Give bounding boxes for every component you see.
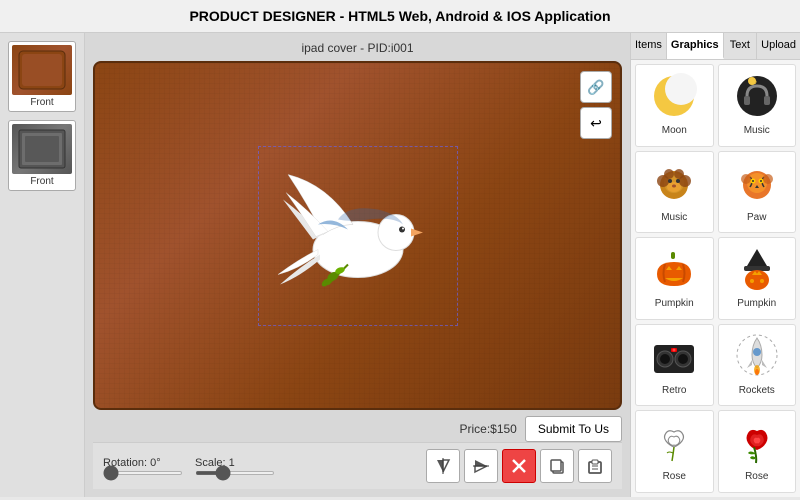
submit-button[interactable]: Submit To Us: [525, 416, 622, 442]
graphic-rose-1-label: Rose: [663, 471, 686, 482]
toolbar-buttons: [426, 449, 612, 483]
graphic-paw-label: Paw: [747, 212, 766, 223]
thumbnail-label-1: Front: [30, 97, 53, 108]
tab-items[interactable]: Items: [631, 33, 667, 59]
center-panel: ipad cover - PID:i001: [85, 33, 630, 497]
graphic-retro-label: Retro: [662, 385, 686, 396]
dove-graphic[interactable]: [248, 144, 468, 327]
graphic-rose-2-label: Rose: [745, 471, 768, 482]
rotation-slider[interactable]: [103, 471, 183, 475]
graphic-rockets-img: [729, 328, 784, 383]
bottom-toolbar: Rotation: 0° Scale: 1: [93, 442, 622, 489]
graphic-music-1-label: Music: [744, 125, 770, 136]
scale-group: Scale: 1: [195, 457, 275, 475]
graphic-rose-1[interactable]: Rose: [635, 410, 714, 493]
scale-slider[interactable]: [195, 471, 275, 475]
rotation-group: Rotation: 0°: [103, 457, 183, 475]
canvas-buttons: 🔗 ↩: [580, 71, 612, 139]
app-header: PRODUCT DESIGNER - HTML5 Web, Android & …: [0, 0, 800, 33]
graphic-moon[interactable]: Moon: [635, 64, 714, 147]
thumbnail-front-2[interactable]: Front: [8, 120, 76, 191]
graphic-pumpkin-2-label: Pumpkin: [737, 298, 776, 309]
graphic-pumpkin-2[interactable]: Pumpkin: [718, 237, 797, 320]
left-panel: Front Front: [0, 33, 85, 497]
tab-text[interactable]: Text: [724, 33, 758, 59]
graphic-retro[interactable]: Retro: [635, 324, 714, 407]
undo-button[interactable]: ↩: [580, 107, 612, 139]
delete-button[interactable]: [502, 449, 536, 483]
canvas-area: 🔗 ↩: [93, 61, 622, 410]
graphic-music-2-label: Music: [661, 212, 687, 223]
graphic-paw-img: [729, 155, 784, 210]
tabs-bar: Items Graphics Text Upload: [631, 33, 800, 60]
graphic-music-1-img: ♪: [729, 68, 784, 123]
graphic-moon-label: Moon: [662, 125, 687, 136]
graphic-pumpkin-1-label: Pumpkin: [655, 298, 694, 309]
thumbnail-image-1: [12, 45, 72, 95]
graphic-rose-2[interactable]: Rose: [718, 410, 797, 493]
copy-button[interactable]: [540, 449, 574, 483]
graphic-pumpkin-2-img: [729, 241, 784, 296]
price-submit-bar: Price:$150 Submit To Us: [93, 416, 622, 442]
thumbnail-label-2: Front: [30, 176, 53, 187]
main-layout: Front Front ipad cover - PID:i001: [0, 33, 800, 497]
graphic-rose-1-img: [647, 414, 702, 469]
price-label: Price:$150: [459, 422, 516, 436]
graphic-music-2[interactable]: Music: [635, 151, 714, 234]
thumbnail-front-1[interactable]: Front: [8, 41, 76, 112]
graphic-rockets-label: Rockets: [739, 385, 775, 396]
graphic-rose-2-img: [729, 414, 784, 469]
graphic-music-2-img: [647, 155, 702, 210]
right-panel: Items Graphics Text Upload: [630, 33, 800, 497]
tab-graphics[interactable]: Graphics: [667, 33, 724, 59]
tab-upload[interactable]: Upload: [757, 33, 800, 59]
graphic-pumpkin-1[interactable]: Pumpkin: [635, 237, 714, 320]
graphics-grid: Moon ♪ Music: [631, 60, 800, 497]
graphic-paw[interactable]: Paw: [718, 151, 797, 234]
app-title: PRODUCT DESIGNER - HTML5 Web, Android & …: [189, 8, 610, 24]
link-button[interactable]: 🔗: [580, 71, 612, 103]
graphic-retro-img: [647, 328, 702, 383]
graphic-music-1[interactable]: ♪ Music: [718, 64, 797, 147]
thumbnail-image-2: [12, 124, 72, 174]
graphic-moon-img: [647, 68, 702, 123]
canvas-inner: 🔗 ↩: [95, 63, 620, 408]
paste-button[interactable]: [578, 449, 612, 483]
graphic-pumpkin-1-img: [647, 241, 702, 296]
product-title: ipad cover - PID:i001: [93, 41, 622, 55]
flip-v-button[interactable]: [464, 449, 498, 483]
graphic-rockets[interactable]: Rockets: [718, 324, 797, 407]
svg-text:♪: ♪: [754, 79, 758, 86]
flip-h-button[interactable]: [426, 449, 460, 483]
